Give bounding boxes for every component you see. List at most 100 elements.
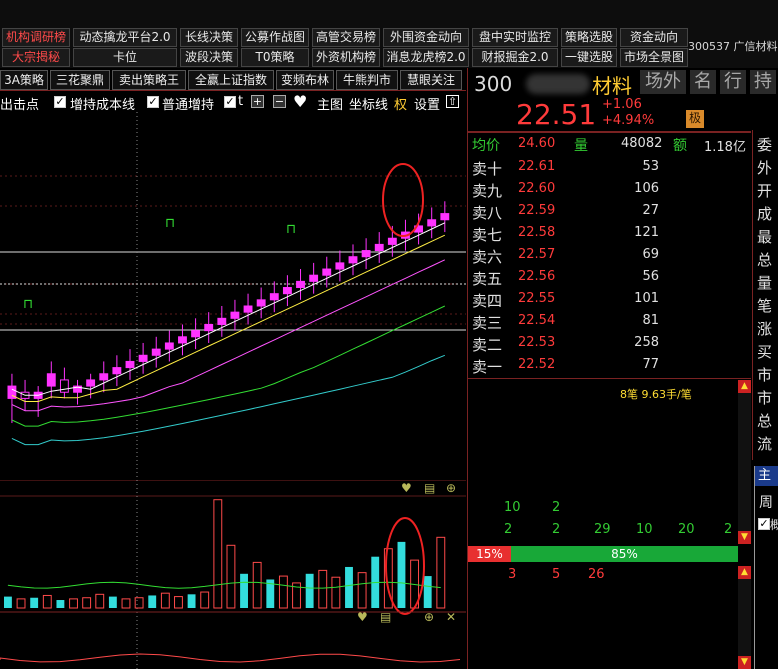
- ask-row[interactable]: 卖五 22.56 56: [468, 266, 751, 288]
- ask-row[interactable]: 卖二 22.53 258: [468, 332, 751, 354]
- buy-sell-ratio-bar: 15% 85%: [468, 546, 752, 562]
- avg-price-label: 均价: [472, 138, 500, 154]
- ask-row[interactable]: 卖八 22.59 27: [468, 200, 751, 222]
- scroll-down-icon[interactable]: ▼: [738, 656, 751, 669]
- volume-bar: [174, 596, 183, 609]
- side-panel-title[interactable]: 主: [755, 466, 778, 486]
- tab-strategy[interactable]: 慧眼关注: [400, 70, 462, 90]
- checkbox-cost-line[interactable]: ✓: [54, 96, 66, 108]
- menu-item[interactable]: T0策略: [241, 48, 309, 67]
- ask-volume: 121: [634, 225, 659, 240]
- ask-row[interactable]: 卖六 22.57 69: [468, 244, 751, 266]
- tab-strategy[interactable]: 牛熊判市: [336, 70, 398, 90]
- menu-item[interactable]: 外围资金动向: [383, 28, 469, 47]
- heart-icon[interactable]: ♥: [357, 610, 368, 624]
- tick-scrollbar[interactable]: ▲ ▼: [738, 566, 751, 669]
- tab-industry[interactable]: 行: [720, 70, 746, 94]
- menu-item[interactable]: 市场全景图: [620, 48, 688, 67]
- tab-name[interactable]: 名: [690, 70, 716, 94]
- menu-item[interactable]: 高管交易榜: [312, 28, 380, 47]
- zoom-in-button[interactable]: +: [251, 95, 264, 108]
- checkbox-normal-hold[interactable]: ✓: [147, 96, 159, 108]
- ask-row[interactable]: 卖九 22.60 106: [468, 178, 751, 200]
- menu-item[interactable]: 机构调研榜: [2, 28, 70, 47]
- zoom-out-button[interactable]: −: [273, 95, 286, 108]
- trade-count: 10: [504, 500, 521, 515]
- adjust-right-button[interactable]: 权: [394, 94, 407, 113]
- scroll-down-icon[interactable]: ▼: [738, 531, 751, 544]
- calculator-icon[interactable]: ▤: [380, 610, 391, 624]
- side-panel-item[interactable]: 周: [759, 492, 773, 512]
- ma-line: [11, 354, 445, 446]
- trade-count: 2: [724, 522, 733, 537]
- zoom-icon[interactable]: ⊕: [424, 610, 434, 624]
- close-icon[interactable]: ✕: [446, 610, 456, 624]
- menu-item[interactable]: 波段决策: [180, 48, 238, 67]
- volume-bar: [148, 595, 157, 608]
- ask-row[interactable]: 卖十 22.61 53: [468, 156, 751, 178]
- stock-name: 材料: [592, 74, 632, 98]
- tab-strategy[interactable]: 3A策略: [0, 70, 48, 90]
- ask-row[interactable]: 卖四 22.55 101: [468, 288, 751, 310]
- main-chart-button[interactable]: 主图: [317, 94, 343, 113]
- side-panel-checkbox[interactable]: ✓: [758, 518, 770, 530]
- toolbar-extra[interactable]: t: [238, 94, 243, 109]
- extreme-badge: 极: [686, 110, 704, 128]
- heart-icon[interactable]: ♥: [293, 92, 307, 111]
- ask-level-label: 卖二: [472, 336, 503, 354]
- menu-item[interactable]: 外资机构榜: [312, 48, 380, 67]
- checkbox-extra[interactable]: ✓: [224, 96, 236, 108]
- ask-row[interactable]: 卖三 22.54 81: [468, 310, 751, 332]
- scroll-up-icon[interactable]: ▲: [738, 566, 751, 579]
- settings-button[interactable]: 设置: [414, 94, 440, 113]
- toolbar-cost-line[interactable]: 增持成本线: [70, 94, 135, 113]
- menu-item[interactable]: 一键选股: [561, 48, 617, 67]
- ask-price: 22.55: [518, 291, 556, 306]
- toolbar-attack-point[interactable]: 出击点: [0, 94, 39, 113]
- ask-price: 22.56: [518, 269, 556, 284]
- menu-item[interactable]: 大宗揭秘: [2, 48, 70, 67]
- tab-otc[interactable]: 场外: [640, 70, 686, 94]
- tab-holding[interactable]: 持: [750, 70, 776, 94]
- menu-item[interactable]: 消息龙虎榜2.0: [383, 48, 469, 67]
- volume-bar: [318, 569, 328, 609]
- indicator-line: [0, 653, 461, 663]
- ask-row[interactable]: 卖一 22.52 77: [468, 354, 751, 376]
- volume-bar: [278, 575, 288, 609]
- maximize-icon[interactable]: ⇧: [446, 95, 459, 108]
- lock-icon: ⊓: [286, 222, 296, 237]
- tab-strategy[interactable]: 三花聚鼎: [50, 70, 110, 90]
- tab-divider: [0, 90, 466, 91]
- candle-body: [269, 293, 279, 301]
- menu-item[interactable]: 公募作战图: [241, 28, 309, 47]
- tab-strategy[interactable]: 卖出策略王: [112, 70, 186, 90]
- scroll-up-icon[interactable]: ▲: [738, 380, 751, 393]
- menu-item[interactable]: 卡位: [73, 48, 177, 67]
- trade-detail-panel: ▲ ▼ 8笔 9.63手/笔 10 2 2 2 29 10 20 2 ▲ ▼ 3 5 26: [468, 380, 752, 669]
- menu-item[interactable]: 长线决策: [180, 28, 238, 47]
- ask-level-label: 卖十: [472, 160, 503, 178]
- trade-count: 20: [678, 522, 695, 537]
- coordinate-line-button[interactable]: 坐标线: [349, 94, 388, 113]
- top-menu-bar: 机构调研榜 动态擒龙平台2.0 长线决策 公募作战图 高管交易榜 外围资金动向 盘中实时监控…: [0, 0, 778, 68]
- kline-chart-pane[interactable]: ⊓ ⊓ ⊓ ♥ ▤ ⊕: [0, 112, 466, 495]
- tab-strategy[interactable]: 全赢上证指数: [188, 70, 274, 90]
- stat-label: 量: [757, 274, 773, 292]
- toolbar-normal-hold[interactable]: 普通增持: [162, 94, 214, 113]
- menu-item[interactable]: 动态擒龙平台2.0: [73, 28, 177, 47]
- ask-volume: 81: [642, 313, 659, 328]
- current-price: 22.51: [516, 98, 597, 131]
- ask-row[interactable]: 卖七 22.58 121: [468, 222, 751, 244]
- volume-bar: [134, 597, 144, 609]
- candle-body: [309, 274, 319, 282]
- side-panel-item2[interactable]: 概: [770, 516, 778, 533]
- ask-price: 22.54: [518, 313, 556, 328]
- menu-item[interactable]: 盘中实时监控: [472, 28, 558, 47]
- trade-scrollbar[interactable]: ▲ ▼: [738, 380, 751, 544]
- volume-bar: [121, 598, 131, 609]
- menu-item[interactable]: 策略选股: [561, 28, 617, 47]
- menu-item[interactable]: 资金动向: [620, 28, 688, 47]
- menu-item[interactable]: 财报掘金2.0: [472, 48, 558, 67]
- volume-chart-pane[interactable]: ♥ ▤ ⊕ ✕: [0, 479, 466, 669]
- tab-strategy[interactable]: 变频布林: [276, 70, 334, 90]
